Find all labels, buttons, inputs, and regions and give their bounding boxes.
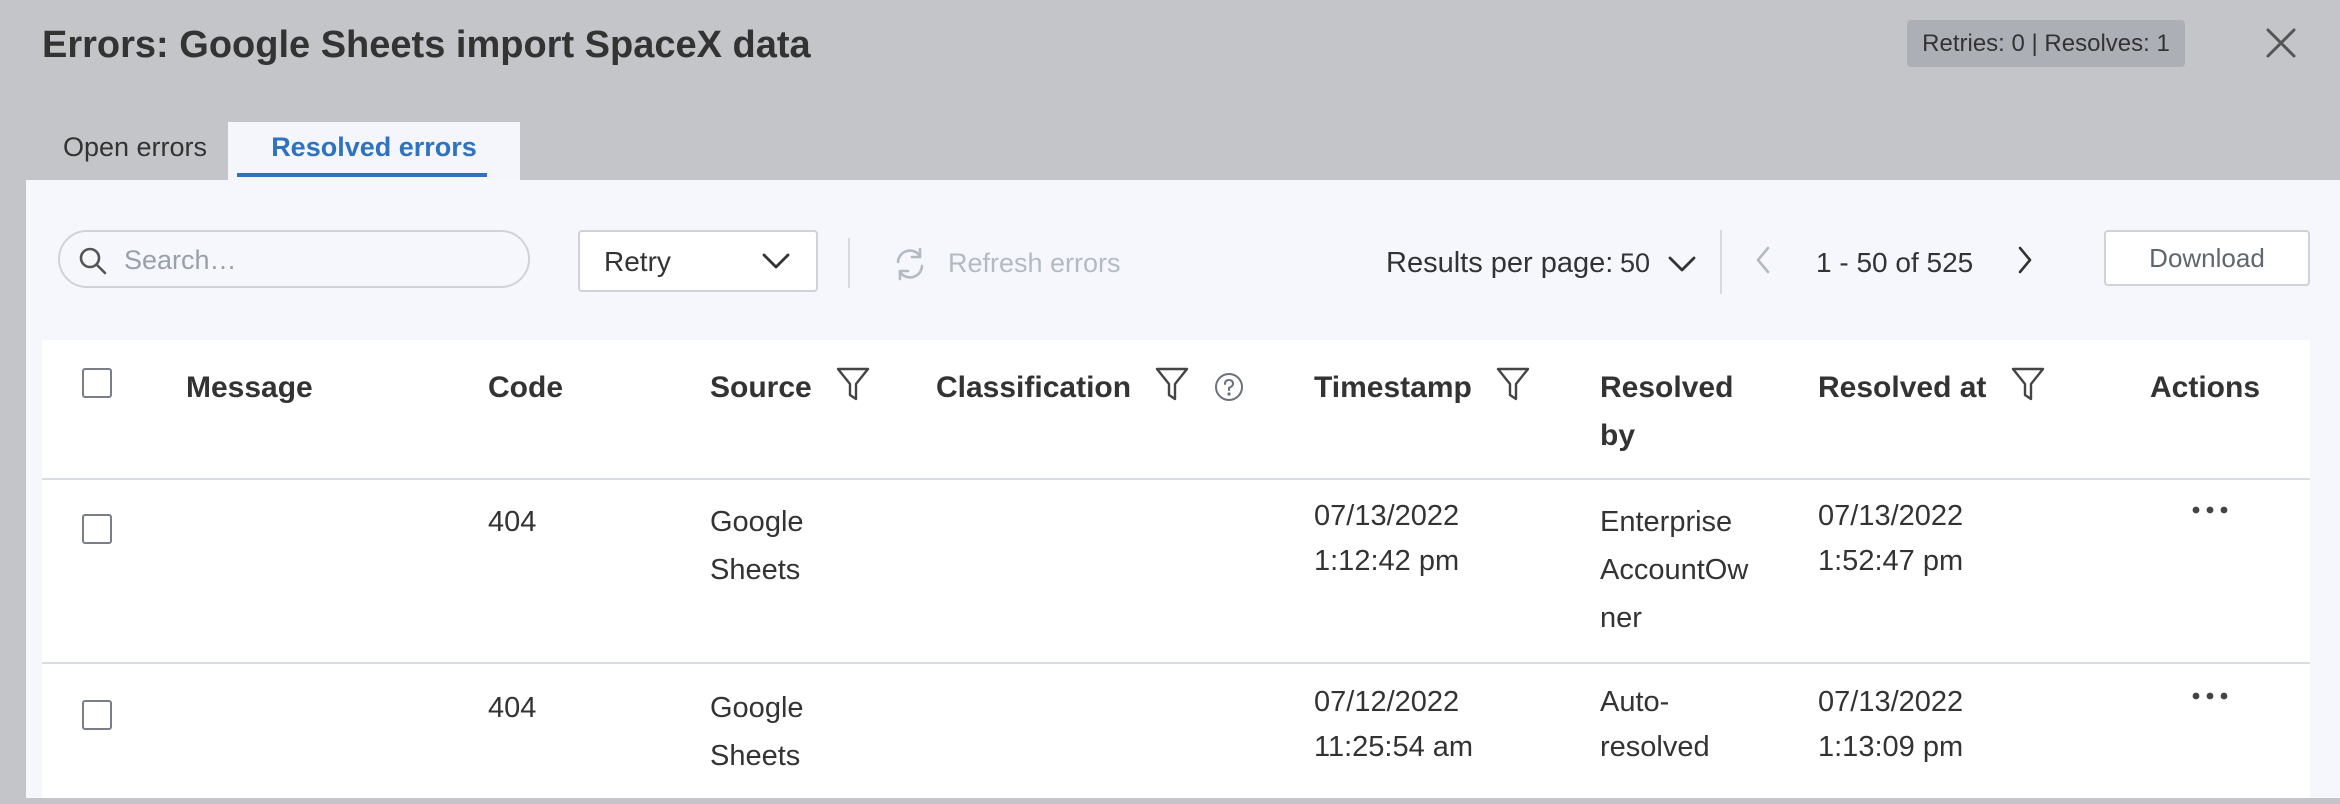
table-row: 404 Google Sheets 07/13/2022 1:12:42 pm …: [42, 478, 2310, 664]
tab-label: Resolved errors: [271, 132, 477, 162]
resolved-at-date: 07/13/2022: [1818, 500, 1964, 532]
cell-resolved-by: Enterprise AccountOwner: [1600, 506, 1749, 634]
timestamp-time: 11:25:54 am: [1314, 731, 1474, 763]
retry-dropdown-label: Retry: [604, 246, 671, 277]
cell-resolved-at: 07/13/2022 1:52:47 pm: [1818, 494, 1963, 584]
column-header-actions: Actions: [2150, 371, 2261, 404]
cell-source: Google Sheets: [710, 506, 804, 586]
row-checkbox[interactable]: [82, 700, 112, 730]
results-per-page-label: Results per page:: [1386, 247, 1614, 279]
more-icon[interactable]: [2190, 504, 2230, 516]
timestamp-date: 07/13/2022: [1314, 500, 1460, 532]
toolbar-divider: [1720, 230, 1722, 294]
search-box[interactable]: [58, 230, 530, 288]
cell-code: 404: [488, 692, 537, 724]
errors-panel: Retry Refresh errors Results per page: 5…: [26, 180, 2340, 798]
help-icon[interactable]: [1214, 372, 1244, 402]
search-input[interactable]: [122, 240, 516, 280]
column-header-message: Message: [186, 371, 313, 404]
chevron-down-icon: [762, 253, 790, 269]
pagination-range: 1 - 50 of 525: [1816, 247, 1974, 278]
toolbar: Retry Refresh errors Results per page: 5…: [26, 180, 2340, 340]
active-tab-indicator: [237, 173, 487, 177]
previous-page-button[interactable]: [1754, 246, 1772, 279]
filter-icon[interactable]: [836, 366, 870, 402]
resolved-at-time: 1:13:09 pm: [1818, 731, 1964, 763]
cell-source: Google Sheets: [710, 692, 804, 772]
cell-timestamp: 07/13/2022 1:12:42 pm: [1314, 494, 1459, 584]
column-header-code: Code: [488, 371, 563, 404]
cell-resolved-by: Auto-resolved: [1600, 686, 1710, 763]
filter-icon[interactable]: [1496, 366, 1530, 402]
cell-timestamp: 07/12/2022 11:25:54 am: [1314, 680, 1473, 770]
filter-icon[interactable]: [1155, 366, 1189, 402]
table-header: Message Code Source Classification Times…: [42, 340, 2310, 480]
resolved-at-time: 1:52:47 pm: [1818, 545, 1964, 577]
chevron-down-icon: [1668, 256, 1696, 272]
cell-code: 404: [488, 506, 537, 538]
more-icon[interactable]: [2190, 690, 2230, 702]
tab-open-errors[interactable]: Open errors: [40, 122, 230, 180]
filter-icon[interactable]: [2011, 366, 2045, 402]
timestamp-time: 1:12:42 pm: [1314, 545, 1460, 577]
refresh-icon: [896, 247, 924, 281]
download-button[interactable]: Download: [2104, 230, 2310, 286]
column-header-source: Source: [710, 364, 870, 412]
results-per-page-dropdown[interactable]: 50: [1620, 238, 1696, 288]
errors-table: Message Code Source Classification Times…: [42, 340, 2310, 798]
chevron-left-icon: [1756, 246, 1770, 274]
column-header-classification: Classification: [936, 364, 1244, 412]
column-header-resolved-by: Resolved by: [1600, 371, 1734, 452]
search-icon: [79, 247, 107, 275]
toolbar-divider: [848, 238, 850, 288]
retry-dropdown[interactable]: Retry: [578, 230, 818, 292]
next-page-button[interactable]: [2016, 246, 2034, 279]
close-icon: [2266, 28, 2296, 58]
tab-resolved-errors[interactable]: Resolved errors: [228, 122, 520, 180]
column-header-resolved-at: Resolved at: [1818, 364, 2045, 412]
cell-resolved-at: 07/13/2022 1:13:09 pm: [1818, 680, 1963, 770]
select-all-checkbox[interactable]: [82, 368, 112, 398]
results-per-page-value: 50: [1620, 248, 1651, 278]
resolved-at-date: 07/13/2022: [1818, 686, 1964, 718]
close-button[interactable]: [2262, 24, 2300, 62]
modal-header: Errors: Google Sheets import SpaceX data…: [0, 0, 2340, 180]
page-title: Errors: Google Sheets import SpaceX data: [42, 24, 811, 66]
column-header-timestamp: Timestamp: [1314, 364, 1530, 412]
table-row: 404 Google Sheets 07/12/2022 11:25:54 am…: [42, 664, 2310, 798]
row-checkbox[interactable]: [82, 514, 112, 544]
chevron-right-icon: [2018, 246, 2032, 274]
refresh-errors-label: Refresh errors: [948, 248, 1121, 278]
status-badge: Retries: 0 | Resolves: 1: [1907, 20, 2185, 67]
timestamp-date: 07/12/2022: [1314, 686, 1460, 718]
